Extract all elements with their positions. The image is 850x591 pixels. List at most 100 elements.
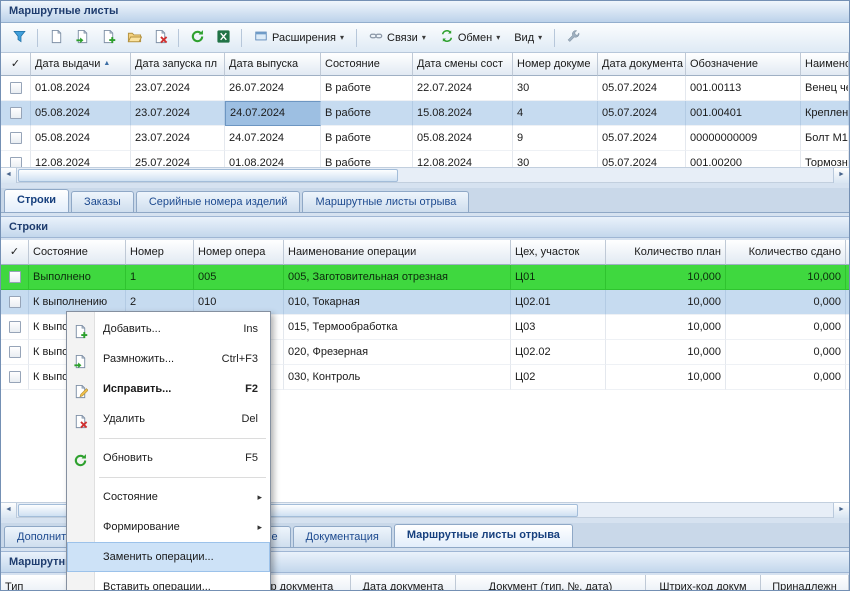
edit-document-icon <box>73 381 88 396</box>
context-menu: Добавить... Ins Размножить... Ctrl+F3 Ис… <box>66 311 271 591</box>
open-folder-button[interactable] <box>122 27 146 49</box>
column-header-op-number[interactable]: Номер опера <box>194 240 284 265</box>
menu-item-state[interactable]: Состояние ▸ <box>67 482 270 512</box>
view-menu-button[interactable]: Вид ▾ <box>508 27 548 49</box>
grid-cell: 30 <box>513 151 598 167</box>
filter-icon <box>12 29 27 47</box>
grid-cell <box>846 365 849 390</box>
new-document-button[interactable] <box>44 27 68 49</box>
menu-item-forming[interactable]: Формирование ▸ <box>67 512 270 542</box>
settings-button[interactable] <box>561 27 585 49</box>
add-document-button[interactable] <box>96 27 120 49</box>
links-menu-button[interactable]: Связи ▾ <box>363 27 432 49</box>
grid-cell: 05.08.2024 <box>413 126 513 151</box>
menu-item-add[interactable]: Добавить... Ins <box>67 314 270 344</box>
column-header-qty-plan[interactable]: Количество план <box>606 240 726 265</box>
menu-item-duplicate[interactable]: Размножить... Ctrl+F3 <box>67 344 270 374</box>
refresh-button[interactable] <box>185 27 209 49</box>
column-header-barcode[interactable]: Штрих-код докум <box>646 575 761 591</box>
grid-cell: 12.08.2024 <box>31 151 131 167</box>
grid-cell: 10,000 <box>606 340 726 365</box>
filter-button[interactable] <box>7 27 31 49</box>
grid-cell: 005, Заготовительная отрезная <box>284 265 511 290</box>
column-header-state[interactable]: Состояние <box>29 240 126 265</box>
row-checkbox[interactable] <box>10 157 22 167</box>
scroll-right-icon[interactable]: ► <box>833 168 849 183</box>
table-row-done[interactable]: Выполнено 1 005 005, Заготовительная отр… <box>1 265 849 290</box>
menu-separator <box>99 438 266 439</box>
route-sheets-grid-header: ✓ Дата выдачи▲ Дата запуска пл Дата выпу… <box>1 53 849 76</box>
column-header-launch-date[interactable]: Дата запуска пл <box>131 53 225 76</box>
grid-cell: 05.08.2024 <box>31 101 131 126</box>
row-checkbox[interactable] <box>10 107 22 119</box>
scrollbar-thumb[interactable] <box>18 169 398 182</box>
column-header-doc-number[interactable]: Номер докуме <box>513 53 598 76</box>
duplicate-document-button[interactable] <box>70 27 94 49</box>
grid-cell: Выполнено <box>29 265 126 290</box>
grid-cell: Ц02 <box>511 365 606 390</box>
grid-cell: Ц02.02 <box>511 340 606 365</box>
table-row[interactable]: 01.08.2024 23.07.2024 26.07.2024 В работ… <box>1 76 849 101</box>
row-checkbox[interactable] <box>9 271 21 283</box>
tab-serial-numbers[interactable]: Серийные номера изделий <box>136 191 301 212</box>
column-header-number[interactable]: Номер <box>126 240 194 265</box>
grid-cell: 030, Контроль <box>284 365 511 390</box>
tab-tearoff-route-sheets[interactable]: Маршрутные листы отрыва <box>302 191 469 212</box>
links-menu-label: Связи <box>387 32 418 44</box>
excel-export-button[interactable] <box>211 27 235 49</box>
row-checkbox[interactable] <box>9 296 21 308</box>
column-header-name[interactable]: Наименовани <box>801 53 849 76</box>
grid-cell <box>846 265 849 290</box>
tab-tearoff-route-sheets-bottom[interactable]: Маршрутные листы отрыва <box>394 524 573 547</box>
delete-document-button[interactable] <box>148 27 172 49</box>
table-row[interactable]: 12.08.2024 25.07.2024 01.08.2024 В работ… <box>1 151 849 167</box>
column-header-workshop[interactable]: Цех, участок <box>511 240 606 265</box>
extensions-menu-button[interactable]: Расширения ▾ <box>248 27 350 49</box>
scroll-left-icon[interactable]: ◄ <box>1 168 17 183</box>
menu-shortcut: Ins <box>243 314 258 344</box>
grid-cell: 10,000 <box>606 265 726 290</box>
row-checkbox[interactable] <box>9 346 21 358</box>
scroll-left-icon[interactable]: ◄ <box>1 503 17 518</box>
menu-item-refresh[interactable]: Обновить F5 <box>67 443 270 473</box>
menu-item-replace-operations[interactable]: Заменить операции... <box>67 542 270 572</box>
chevron-down-icon: ▾ <box>496 33 500 42</box>
row-checkbox[interactable] <box>9 371 21 383</box>
grid-cell: 10,000 <box>606 365 726 390</box>
column-header-issue-date[interactable]: Дата выдачи▲ <box>31 53 131 76</box>
exchange-menu-button[interactable]: Обмен ▾ <box>434 27 506 49</box>
scroll-right-icon[interactable]: ► <box>833 503 849 518</box>
toolbar: Расширения ▾ Связи ▾ Обмен ▾ Вид ▾ <box>1 23 849 53</box>
horizontal-scrollbar[interactable]: ◄ ► <box>1 167 849 183</box>
column-header-designation[interactable]: Обозначение <box>686 53 801 76</box>
grid-cell: 010, Токарная <box>284 290 511 315</box>
row-checkbox[interactable] <box>10 82 22 94</box>
column-header-release-date[interactable]: Дата выпуска <box>225 53 321 76</box>
grid-cell: 020, Фрезерная <box>284 340 511 365</box>
chevron-down-icon: ▾ <box>340 33 344 42</box>
column-header-state-change-date[interactable]: Дата смены сост <box>413 53 513 76</box>
column-header-qty-done[interactable]: Количество сдано <box>726 240 846 265</box>
menu-item-edit[interactable]: Исправить... F2 <box>67 374 270 404</box>
tab-orders[interactable]: Заказы <box>71 191 134 212</box>
tab-lines[interactable]: Строки <box>4 189 69 212</box>
column-header-belonging[interactable]: Принадлежн <box>761 575 849 591</box>
tab-documentation[interactable]: Документация <box>293 526 392 547</box>
menu-item-insert-operations[interactable]: Вставить операции... <box>67 572 270 591</box>
column-header-op-name[interactable]: Наименование операции <box>284 240 511 265</box>
table-row[interactable]: 05.08.2024 23.07.2024 24.07.2024 В работ… <box>1 126 849 151</box>
table-row-selected[interactable]: 05.08.2024 23.07.2024 24.07.2024 В работ… <box>1 101 849 126</box>
column-header-doc-date[interactable]: Дата документа <box>351 575 456 591</box>
column-header-document[interactable]: Документ (тип, №, дата) <box>456 575 646 591</box>
column-header-check[interactable]: ✓ <box>1 53 31 76</box>
row-checkbox[interactable] <box>9 321 21 333</box>
column-header-state[interactable]: Состояние <box>321 53 413 76</box>
column-header-check[interactable]: ✓ <box>1 240 29 265</box>
column-header-doc-date[interactable]: Дата документа <box>598 53 686 76</box>
grid-cell: 001.00113 <box>686 76 801 101</box>
row-checkbox[interactable] <box>10 132 22 144</box>
delete-document-icon <box>73 411 88 426</box>
menu-item-delete[interactable]: Удалить Del <box>67 404 270 434</box>
toolbar-separator <box>356 29 357 47</box>
grid-cell: 4 <box>513 101 598 126</box>
